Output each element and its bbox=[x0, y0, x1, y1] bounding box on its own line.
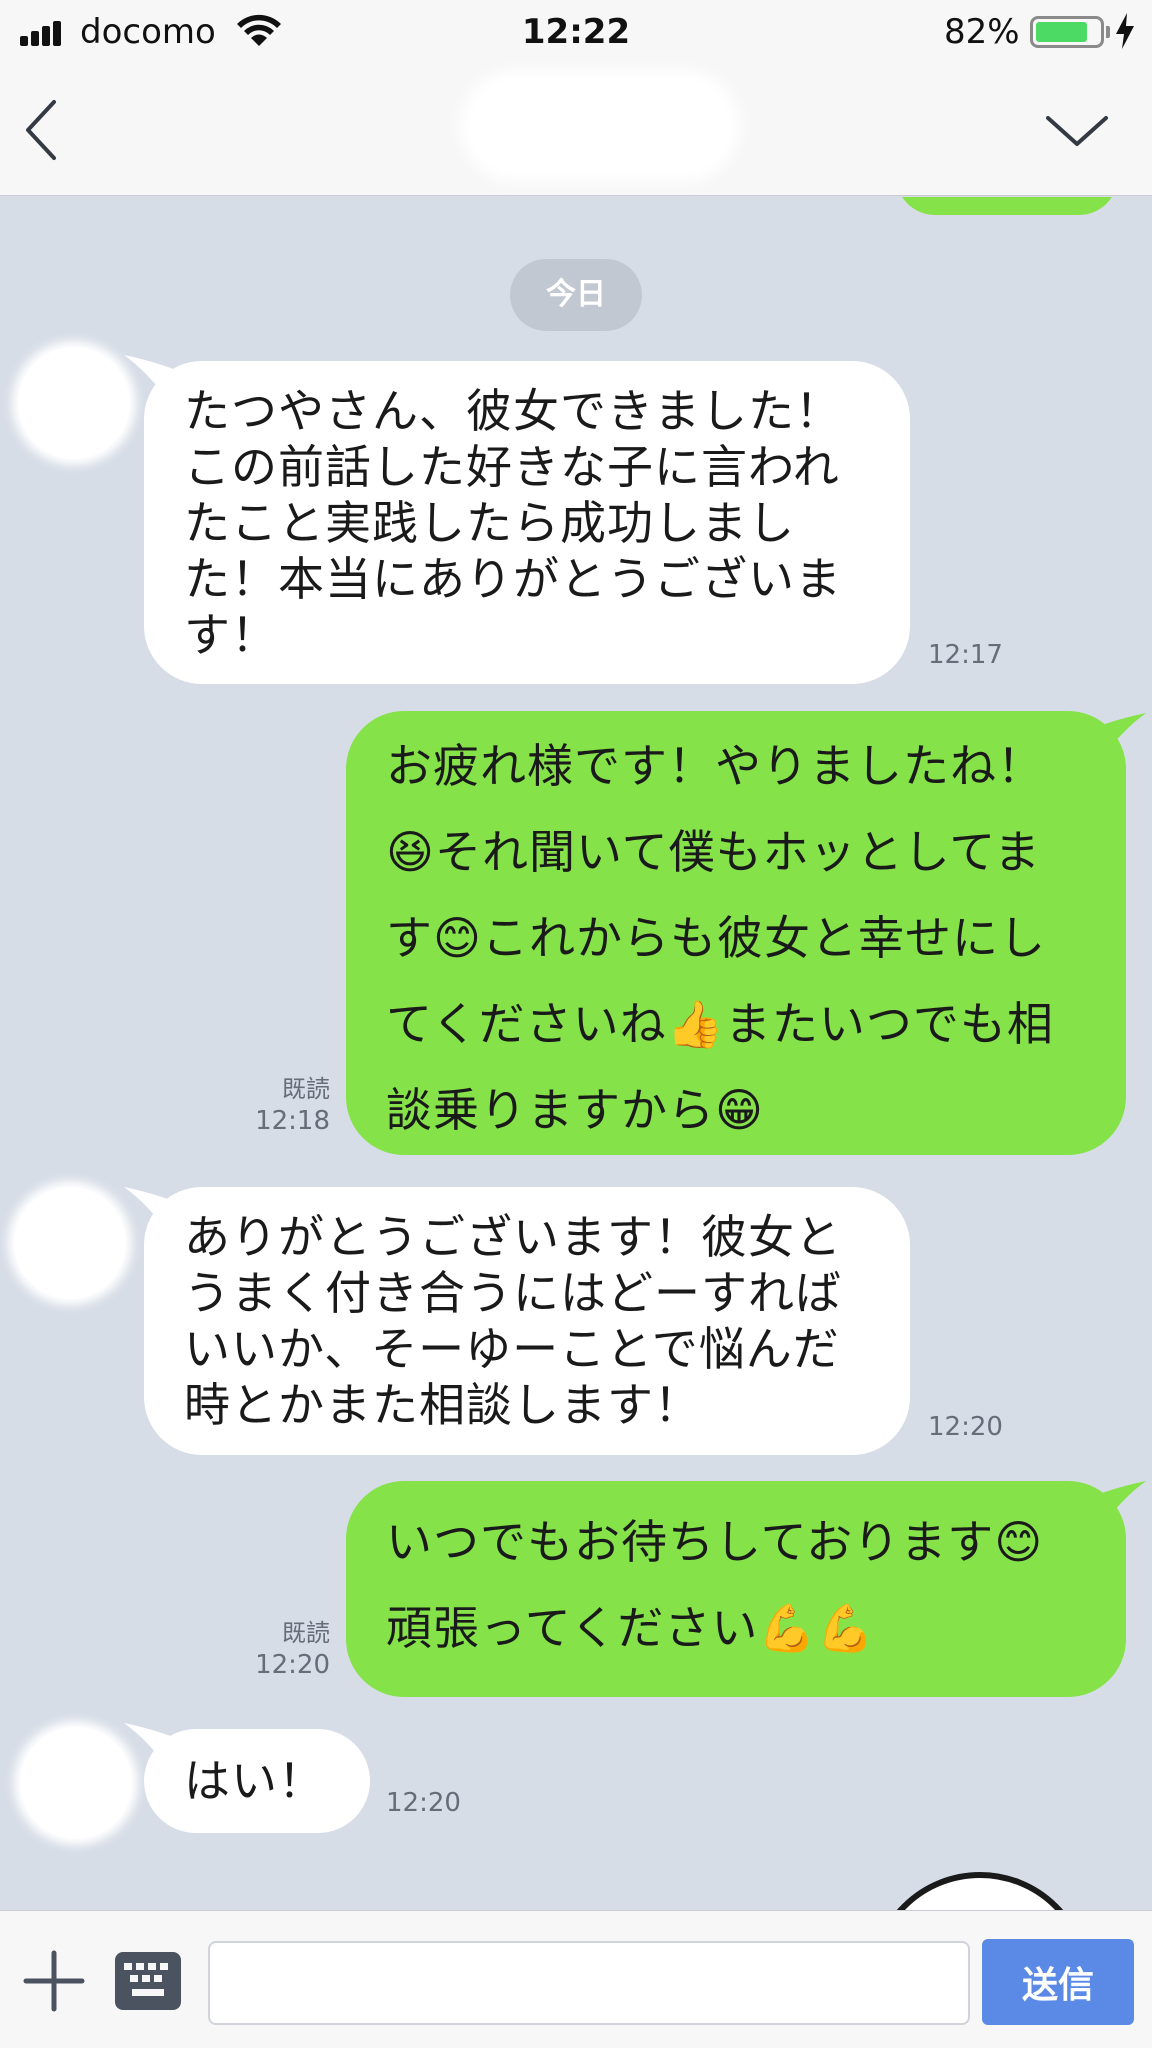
previous-message-bubble bbox=[896, 197, 1118, 215]
message-time: 12:20 bbox=[928, 1412, 1003, 1442]
charging-bolt-icon bbox=[1116, 13, 1134, 49]
chat-header bbox=[0, 64, 1152, 196]
message-input-bar: 送信 bbox=[0, 1910, 1152, 2048]
battery-tip bbox=[1106, 26, 1110, 38]
message-time: 12:20 bbox=[255, 1650, 330, 1680]
chat-area[interactable]: 今日 たつやさん、彼女できました！ この前話した好きな子に言われ たこと実践した… bbox=[0, 197, 1152, 1910]
message-time: 12:17 bbox=[928, 640, 1003, 670]
message-time: 12:20 bbox=[386, 1788, 461, 1818]
message-text: はい！ bbox=[184, 1754, 325, 1808]
message-text: たつやさん、彼女できました！ この前話した好きな子に言われ たこと実践したら成功… bbox=[184, 384, 842, 662]
plus-icon[interactable] bbox=[22, 1949, 86, 2013]
menu-chevron-button[interactable] bbox=[1040, 104, 1114, 156]
date-separator: 今日 bbox=[510, 259, 642, 331]
battery-icon bbox=[1030, 16, 1104, 48]
read-receipt: 既読 12:18 bbox=[200, 1073, 330, 1137]
message-text: お疲れ様です！やりましたね！ 😆それ聞いて僕もホッとしてま す😊これからも彼女と… bbox=[386, 739, 1054, 1137]
back-button[interactable] bbox=[14, 92, 74, 168]
message-time: 12:18 bbox=[255, 1106, 330, 1136]
message-text: いつでもお待ちしております😊 頑張ってください💪💪 bbox=[386, 1515, 1044, 1655]
contact-name-redacted bbox=[470, 80, 730, 172]
sticker-message[interactable] bbox=[870, 1872, 1090, 1910]
avatar[interactable] bbox=[18, 347, 130, 459]
message-text: ありがとうございます！彼女と うまく付き合うにはどーすれば いいか、そーゆーこと… bbox=[184, 1210, 842, 1432]
send-button[interactable]: 送信 bbox=[982, 1939, 1134, 2025]
battery-fill bbox=[1036, 22, 1087, 42]
battery-percent: 82% bbox=[944, 12, 1020, 52]
read-label: 既読 bbox=[282, 1619, 330, 1647]
read-receipt: 既読 12:20 bbox=[200, 1617, 330, 1681]
avatar[interactable] bbox=[14, 1187, 126, 1299]
message-bubble-incoming[interactable]: たつやさん、彼女できました！ この前話した好きな子に言われ たこと実践したら成功… bbox=[144, 361, 910, 684]
status-bar: docomo 12:22 82% bbox=[0, 0, 1152, 64]
message-bubble-outgoing[interactable]: いつでもお待ちしております😊 頑張ってください💪💪 bbox=[346, 1481, 1126, 1697]
keyboard-icon[interactable] bbox=[114, 1951, 182, 2011]
avatar[interactable] bbox=[20, 1727, 132, 1839]
message-input[interactable] bbox=[208, 1941, 970, 2025]
message-bubble-incoming[interactable]: ありがとうございます！彼女と うまく付き合うにはどーすれば いいか、そーゆーこと… bbox=[144, 1187, 910, 1455]
message-bubble-outgoing[interactable]: お疲れ様です！やりましたね！ 😆それ聞いて僕もホッとしてま す😊これからも彼女と… bbox=[346, 711, 1126, 1155]
message-bubble-incoming[interactable]: はい！ bbox=[144, 1729, 370, 1833]
read-label: 既読 bbox=[282, 1075, 330, 1103]
